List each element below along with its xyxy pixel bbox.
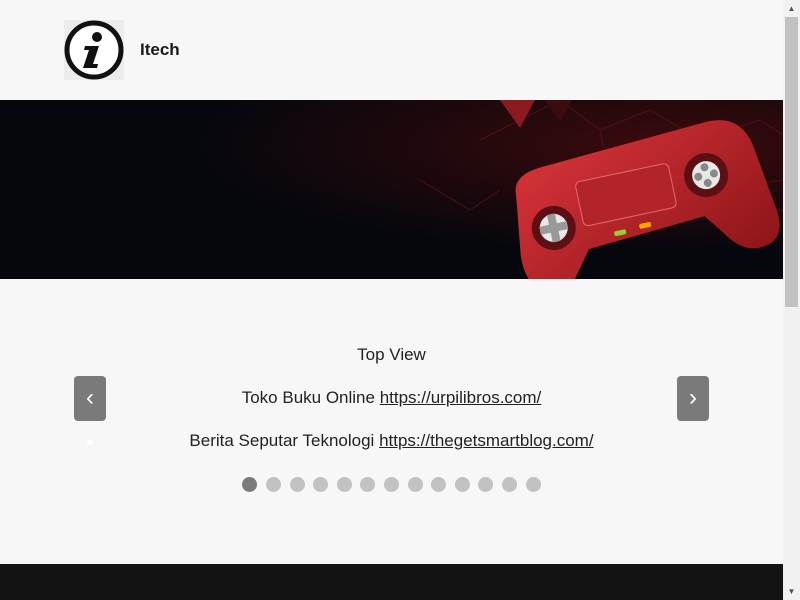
slide-line-tech-news: Berita Seputar Teknologi https://thegets…: [0, 431, 783, 451]
slider-dot-10[interactable]: [454, 477, 470, 492]
slider-dot-6[interactable]: [360, 477, 376, 492]
site-footer: [0, 564, 783, 600]
slide-line-text: Toko Buku Online: [241, 388, 375, 407]
slider-dot-2[interactable]: [266, 477, 282, 492]
scroll-up-arrow-icon[interactable]: ▲: [783, 0, 800, 17]
slider-dot-1[interactable]: [242, 477, 258, 492]
bookstore-link[interactable]: https://urpilibros.com/: [380, 388, 542, 407]
scrollbar[interactable]: ▲ ▼: [783, 0, 800, 600]
slider-dot-9[interactable]: [431, 477, 447, 492]
slide-line-bookstore: Toko Buku Online https://urpilibros.com/: [0, 388, 783, 408]
slide-line-text: Berita Seputar Teknologi: [189, 431, 375, 450]
scroll-down-arrow-icon[interactable]: ▼: [783, 583, 800, 600]
slider-dot-8[interactable]: [407, 477, 423, 492]
slider-dot-4[interactable]: [313, 477, 329, 492]
info-icon[interactable]: [64, 20, 124, 80]
slide-title: Top View: [357, 345, 426, 364]
tech-news-link[interactable]: https://thegetsmartblog.com/: [379, 431, 594, 450]
slider-dot-7[interactable]: [384, 477, 399, 492]
site-header: Itech: [0, 0, 783, 100]
decorative-dot: [87, 440, 92, 445]
slider-pagination: [0, 477, 783, 492]
slider-prev-button[interactable]: ‹: [74, 376, 106, 421]
slider-dot-5[interactable]: [336, 477, 352, 492]
site-title[interactable]: Itech: [140, 40, 180, 60]
scrollbar-thumb[interactable]: [785, 17, 798, 307]
gaming-controller-icon: [0, 100, 783, 279]
top-view-slider: Top View Toko Buku Online https://urpili…: [0, 279, 783, 564]
slider-dot-12[interactable]: [501, 477, 517, 492]
page: Itech Top View Toko Buku Online https://…: [0, 0, 783, 600]
slider-dot-13[interactable]: [525, 477, 541, 492]
slider-next-button[interactable]: ›: [677, 376, 709, 421]
slider-dot-3[interactable]: [289, 477, 305, 492]
slider-dot-11[interactable]: [478, 477, 494, 492]
